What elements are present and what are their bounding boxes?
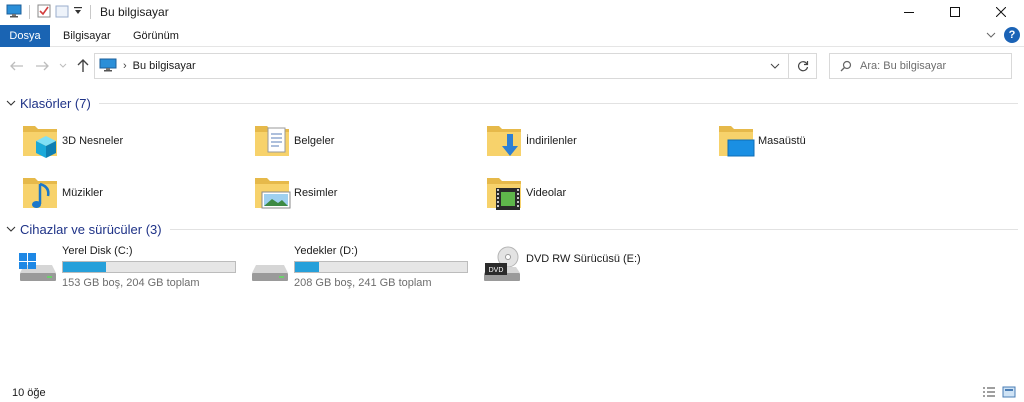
documents-folder-icon xyxy=(252,120,294,162)
quick-access-toolbar xyxy=(0,0,94,24)
tab-view[interactable]: Görünüm xyxy=(133,25,179,47)
view-switcher xyxy=(982,386,1016,401)
arrow-up-icon xyxy=(77,59,89,72)
divider xyxy=(29,5,30,19)
dvd-drive-icon: DVD xyxy=(480,245,524,285)
maximize-button[interactable] xyxy=(932,0,978,24)
address-dropdown-button[interactable] xyxy=(770,59,780,76)
videos-folder-icon xyxy=(484,172,526,214)
item-count: 10 öğe xyxy=(12,387,46,399)
hard-drive-icon xyxy=(248,245,292,285)
minimize-button[interactable] xyxy=(886,0,932,24)
windows-drive-icon xyxy=(16,245,60,285)
properties-icon[interactable] xyxy=(37,4,51,21)
chevron-down-icon xyxy=(770,63,780,69)
minimize-icon xyxy=(904,12,914,13)
navigation-bar: › Bu bilgisayar Ara: Bu bilgisayar xyxy=(0,52,1024,80)
folder-label: Resimler xyxy=(294,187,338,199)
chevron-down-icon xyxy=(59,63,67,68)
large-icons-view-icon xyxy=(1002,386,1016,398)
folder-label: Videolar xyxy=(526,187,567,199)
large-icons-view-button[interactable] xyxy=(1002,386,1016,401)
close-icon xyxy=(996,7,1006,17)
3d-objects-folder-icon xyxy=(20,120,62,162)
drive-item-c[interactable]: Yerel Disk (C:) 153 GB boş, 204 GB topla… xyxy=(16,245,236,289)
breadcrumb[interactable]: Bu bilgisayar xyxy=(133,60,196,72)
music-folder-icon xyxy=(20,172,62,214)
folders-section-header[interactable]: Klasörler (7) xyxy=(6,94,1018,112)
close-button[interactable] xyxy=(978,0,1024,24)
title-bar: Bu bilgisayar xyxy=(0,0,1024,24)
address-bar[interactable]: › Bu bilgisayar xyxy=(94,53,789,79)
chevron-down-icon xyxy=(6,226,16,232)
computer-icon xyxy=(6,4,22,21)
folder-label: Masaüstü xyxy=(758,135,806,147)
folder-item-documents[interactable]: Belgeler xyxy=(252,120,334,162)
forward-button[interactable] xyxy=(33,56,51,76)
downloads-folder-icon xyxy=(484,120,526,162)
window-controls xyxy=(886,0,1024,24)
drive-item-d[interactable]: Yedekler (D:) 208 GB boş, 241 GB toplam xyxy=(248,245,468,289)
tab-computer[interactable]: Bilgisayar xyxy=(63,25,111,47)
divider xyxy=(169,228,1018,230)
folder-item-pictures[interactable]: Resimler xyxy=(252,172,337,214)
drive-usage-bar xyxy=(62,261,236,273)
computer-icon xyxy=(99,58,117,75)
customize-toolbar-icon[interactable] xyxy=(73,5,83,19)
drive-item-e[interactable]: DVD DVD RW Sürücüsü (E:) xyxy=(480,245,641,285)
arrow-left-icon xyxy=(10,61,23,71)
folder-label: 3D Nesneler xyxy=(62,135,124,147)
maximize-icon xyxy=(950,7,960,17)
chevron-down-icon xyxy=(6,100,16,106)
folder-item-desktop[interactable]: Masaüstü xyxy=(716,120,806,162)
section-title: Cihazlar ve sürücüler (3) xyxy=(20,221,162,237)
search-placeholder: Ara: Bu bilgisayar xyxy=(860,60,947,72)
folder-item-downloads[interactable]: İndirilenler xyxy=(484,120,577,162)
up-button[interactable] xyxy=(74,56,92,76)
folder-label: İndirilenler xyxy=(526,135,577,147)
folder-label: Belgeler xyxy=(294,135,335,147)
section-title: Klasörler (7) xyxy=(20,95,91,111)
ribbon-right-controls: ? xyxy=(986,27,1020,43)
new-folder-icon[interactable] xyxy=(55,4,69,21)
details-view-button[interactable] xyxy=(982,386,996,401)
arrow-right-icon xyxy=(36,61,49,71)
drive-name: Yerel Disk (C:) xyxy=(62,245,133,257)
drives-section-header[interactable]: Cihazlar ve sürücüler (3) xyxy=(6,220,1018,238)
drive-capacity: 208 GB boş, 241 GB toplam xyxy=(294,277,432,289)
recent-locations-button[interactable] xyxy=(57,56,69,76)
drive-name: Yedekler (D:) xyxy=(294,245,358,257)
drive-usage-fill xyxy=(63,262,106,272)
desktop-folder-icon xyxy=(716,120,758,162)
folder-item-music[interactable]: Müzikler xyxy=(20,172,103,214)
divider xyxy=(98,102,1018,104)
search-icon xyxy=(840,60,852,72)
chevron-down-icon xyxy=(986,32,996,38)
tab-file[interactable]: Dosya xyxy=(0,25,50,47)
folder-label: Müzikler xyxy=(62,187,103,199)
search-box[interactable]: Ara: Bu bilgisayar xyxy=(829,53,1012,79)
divider xyxy=(90,5,91,19)
drive-capacity: 153 GB boş, 204 GB toplam xyxy=(62,277,200,289)
drive-usage-bar xyxy=(294,261,468,273)
refresh-icon xyxy=(797,61,808,72)
folder-item-3d-objects[interactable]: 3D Nesneler xyxy=(20,120,123,162)
help-button[interactable]: ? xyxy=(1004,27,1020,43)
ribbon-tabs: Dosya Bilgisayar Görünüm ? xyxy=(0,25,1024,47)
refresh-button[interactable] xyxy=(789,53,817,79)
expand-ribbon-button[interactable] xyxy=(986,28,996,42)
back-button[interactable] xyxy=(8,56,26,76)
drive-name: DVD RW Sürücüsü (E:) xyxy=(526,253,641,265)
window-title: Bu bilgisayar xyxy=(100,5,169,19)
pictures-folder-icon xyxy=(252,172,294,214)
drive-usage-fill xyxy=(295,262,320,272)
breadcrumb-separator-icon[interactable]: › xyxy=(123,60,127,72)
details-view-icon xyxy=(983,387,995,397)
folder-item-videos[interactable]: Videolar xyxy=(484,172,566,214)
dvd-badge: DVD xyxy=(489,267,504,274)
